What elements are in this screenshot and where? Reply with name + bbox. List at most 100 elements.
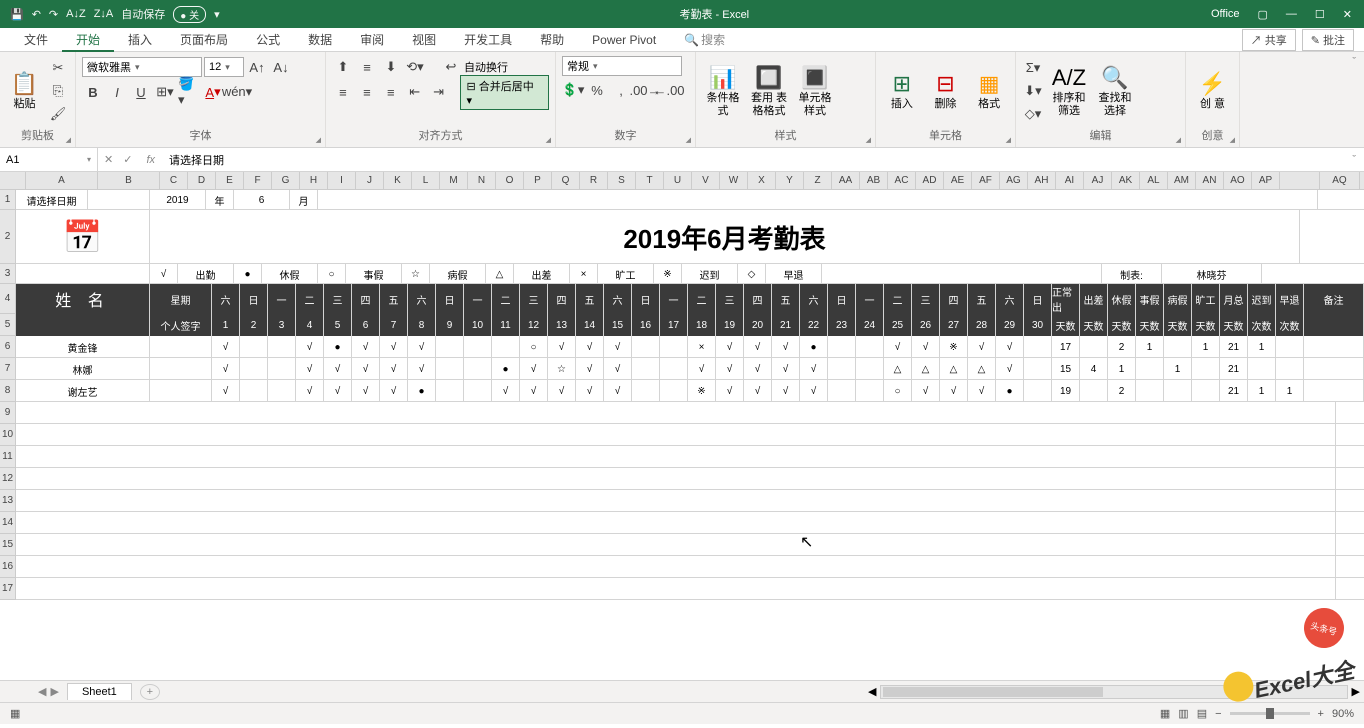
col-header[interactable]: A [26,172,98,189]
col-header[interactable]: AJ [1084,172,1112,189]
zoom-level[interactable]: 90% [1332,708,1354,720]
col-header[interactable]: AH [1028,172,1056,189]
tab-pivot[interactable]: Power Pivot [578,28,670,52]
col-header[interactable]: L [412,172,440,189]
col-header[interactable]: B [98,172,160,189]
col-header[interactable]: AN [1196,172,1224,189]
search-label[interactable]: 搜索 [701,28,739,52]
ribbon-display-icon[interactable]: ▢ [1258,8,1268,21]
col-header[interactable]: E [216,172,244,189]
col-header[interactable]: G [272,172,300,189]
row-header[interactable]: 2 [0,210,16,264]
row-header[interactable]: 4 [0,284,16,314]
italic-icon[interactable]: I [106,81,128,103]
next-sheet-icon[interactable]: ▶ [50,685,58,698]
ideas-button[interactable]: ⚡创 意 [1192,68,1233,112]
row-header[interactable]: 16 [0,556,16,578]
decrease-font-icon[interactable]: A↓ [270,56,292,78]
col-header[interactable]: H [300,172,328,189]
row-header[interactable]: 1 [0,190,16,210]
font-color-icon[interactable]: A▾ [202,81,224,103]
col-header[interactable]: U [664,172,692,189]
col-header[interactable]: AG [1000,172,1028,189]
row-header[interactable]: 7 [0,358,16,380]
formula-input[interactable] [163,154,1344,166]
border-icon[interactable]: ⊞▾ [154,81,176,103]
indent-inc-icon[interactable]: ⇥ [428,81,450,103]
accept-formula-icon[interactable]: ✓ [123,153,132,166]
row-header[interactable]: 8 [0,380,16,402]
cell-style-button[interactable]: 🔳单元格样式 [794,62,836,118]
underline-icon[interactable]: U [130,81,152,103]
expand-formula-icon[interactable]: ˇ [1344,154,1364,166]
zoom-slider[interactable] [1230,712,1310,715]
select-all-corner[interactable] [0,172,26,189]
increase-font-icon[interactable]: A↑ [246,56,268,78]
undo-icon[interactable]: ↶ [32,8,41,21]
col-header[interactable]: N [468,172,496,189]
maximize-icon[interactable]: ☐ [1315,8,1325,21]
col-header[interactable]: F [244,172,272,189]
tab-formula[interactable]: 公式 [242,28,294,52]
insert-button[interactable]: ⊞插入 [882,68,922,112]
merge-center-button[interactable]: ⊟ 合并后居中 ▾ [460,75,550,110]
col-header[interactable]: M [440,172,468,189]
copy-icon[interactable]: ⎘ [47,80,69,102]
col-header[interactable]: O [496,172,524,189]
sort-filter-button[interactable]: A/Z排序和筛选 [1048,62,1090,118]
find-select-button[interactable]: 🔍查找和选择 [1094,62,1136,118]
currency-icon[interactable]: 💲▾ [562,79,584,101]
save-icon[interactable]: 💾 [10,8,24,21]
row-header[interactable]: 12 [0,468,16,490]
col-header[interactable]: D [188,172,216,189]
col-header[interactable]: X [748,172,776,189]
col-header[interactable]: S [608,172,636,189]
sheet-tab[interactable]: Sheet1 [67,683,132,700]
minimize-icon[interactable]: — [1286,8,1297,20]
percent-icon[interactable]: % [586,79,608,101]
col-header[interactable]: AI [1056,172,1084,189]
tab-dev[interactable]: 开发工具 [450,28,526,52]
row-header[interactable]: 15 [0,534,16,556]
row-header[interactable]: 3 [0,264,16,284]
sort-desc-icon[interactable]: Z↓A [94,8,114,20]
indent-dec-icon[interactable]: ⇤ [404,81,426,103]
col-header[interactable]: K [384,172,412,189]
align-bot-icon[interactable]: ⬇ [380,56,402,78]
col-header[interactable]: AD [916,172,944,189]
col-header[interactable]: AC [888,172,916,189]
col-header[interactable]: AB [860,172,888,189]
add-sheet-icon[interactable]: + [140,684,160,700]
autosave-toggle[interactable]: ● 关 [173,6,206,23]
delete-button[interactable]: ⊟删除 [926,68,966,112]
align-center-icon[interactable]: ≡ [356,81,378,103]
row-header[interactable]: 11 [0,446,16,468]
worksheet-area[interactable]: ABCDEFGHIJKLMNOPQRSTUVWXYZAAABACADAEAFAG… [0,172,1364,680]
close-icon[interactable]: ✕ [1343,8,1352,21]
col-header[interactable]: AE [944,172,972,189]
col-header[interactable]: W [720,172,748,189]
view-page-icon[interactable]: ▥ [1178,707,1188,720]
collapse-ribbon-icon[interactable]: ˇ [1344,52,1364,147]
phonetic-icon[interactable]: wén▾ [226,81,248,103]
clear-icon[interactable]: ◇▾ [1022,103,1044,125]
sort-asc-icon[interactable]: A↓Z [66,8,86,20]
view-normal-icon[interactable]: ▦ [1160,707,1170,720]
col-header[interactable]: AA [832,172,860,189]
tab-help[interactable]: 帮助 [526,28,578,52]
col-header[interactable]: J [356,172,384,189]
row-header[interactable]: 6 [0,336,16,358]
col-header[interactable] [1280,172,1320,189]
tab-view[interactable]: 视图 [398,28,450,52]
col-header[interactable]: AL [1140,172,1168,189]
row-header[interactable]: 17 [0,578,16,600]
zoom-in-icon[interactable]: + [1318,708,1324,720]
row-header[interactable]: 13 [0,490,16,512]
col-header[interactable]: AF [972,172,1000,189]
tab-insert[interactable]: 插入 [114,28,166,52]
col-header[interactable]: Q [552,172,580,189]
number-format-combo[interactable]: 常规 [562,56,682,76]
col-header[interactable]: C [160,172,188,189]
align-top-icon[interactable]: ⬆ [332,56,354,78]
format-button[interactable]: ▦格式 [969,68,1009,112]
